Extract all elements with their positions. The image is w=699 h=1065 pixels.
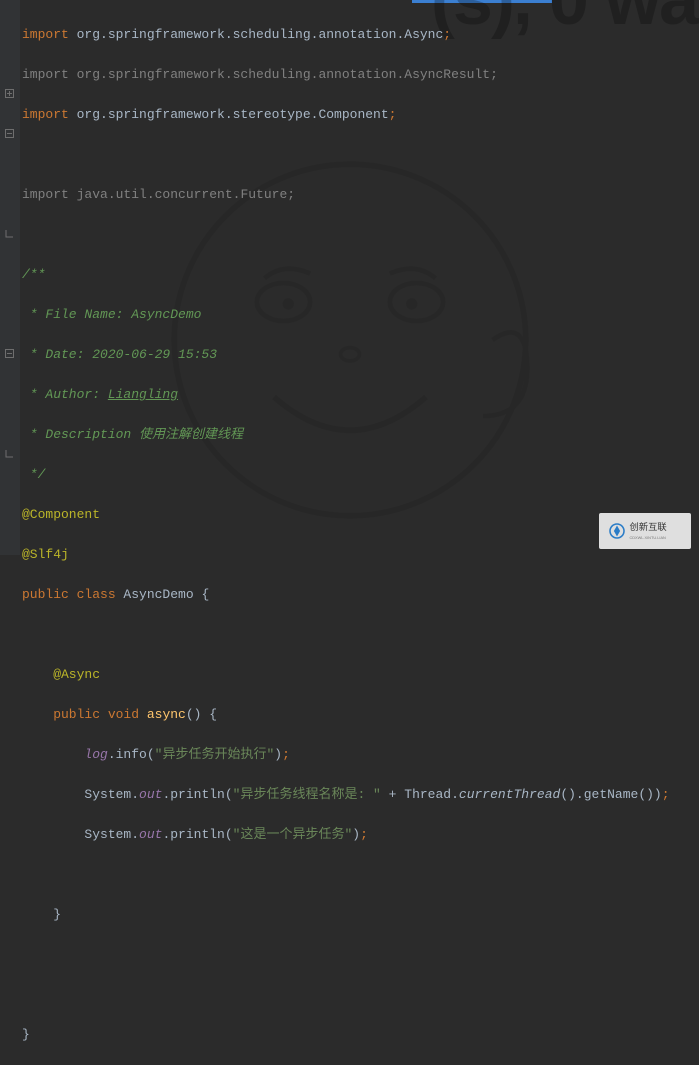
code-line: public class AsyncDemo {	[22, 585, 699, 605]
code-line: import java.util.concurrent.Future;	[22, 185, 699, 205]
code-line: System.out.println("这是一个异步任务");	[22, 825, 699, 845]
code-line: * Description 使用注解创建线程	[22, 425, 699, 445]
code-line: }	[22, 1025, 699, 1045]
code-line: }	[22, 905, 699, 925]
code-line: System.out.println("异步任务线程名称是: " + Threa…	[22, 785, 699, 805]
code-line: import org.springframework.scheduling.an…	[22, 25, 699, 45]
progress-indicator	[412, 0, 552, 3]
code-line: public void async() {	[22, 705, 699, 725]
code-line: @Slf4j	[22, 545, 699, 565]
code-line: * Author: Liangling	[22, 385, 699, 405]
fold-expand-icon[interactable]	[4, 128, 15, 139]
fold-end-icon[interactable]	[4, 228, 15, 239]
fold-end-icon[interactable]	[4, 448, 15, 459]
fold-expand-icon[interactable]	[4, 348, 15, 359]
code-line: @Async	[22, 665, 699, 685]
code-line: log.info("异步任务开始执行");	[22, 745, 699, 765]
code-line: * Date: 2020-06-29 15:53	[22, 345, 699, 365]
code-line: @Component	[22, 505, 699, 525]
code-line: import org.springframework.scheduling.an…	[22, 65, 699, 85]
code-line: */	[22, 465, 699, 485]
code-line: import org.springframework.stereotype.Co…	[22, 105, 699, 125]
editor-gutter	[0, 0, 20, 555]
code-line: * File Name: AsyncDemo	[22, 305, 699, 325]
fold-collapse-icon[interactable]	[4, 88, 15, 99]
code-line: /**	[22, 265, 699, 285]
code-editor[interactable]: import org.springframework.scheduling.an…	[22, 5, 699, 1065]
